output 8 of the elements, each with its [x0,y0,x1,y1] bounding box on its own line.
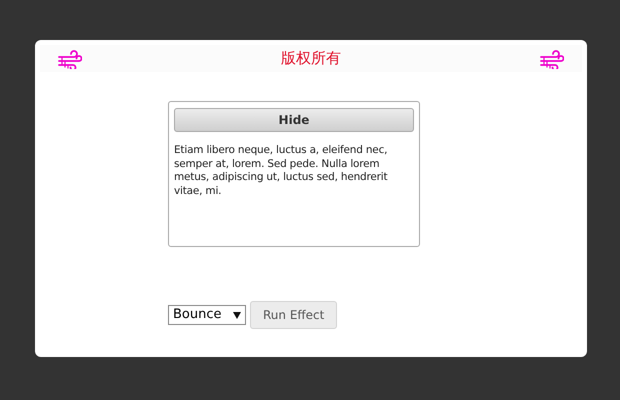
header-title: 版权所有 [281,48,341,70]
effect-select[interactable]: Bounce [168,305,246,325]
wind-icon [58,48,82,68]
caret-icon [233,312,241,318]
wind-icon [540,48,564,68]
run-effect-button[interactable]: Run Effect [250,301,338,329]
panel-text: Etiam libero neque, luctus a, eleifend nec, semper at, lorem. Sed pede. Nulla lorem metus, adipiscing ut, luctus sed, hendrerit vitae, mi. [174,144,388,198]
hide-button[interactable]: Hide [174,108,414,132]
